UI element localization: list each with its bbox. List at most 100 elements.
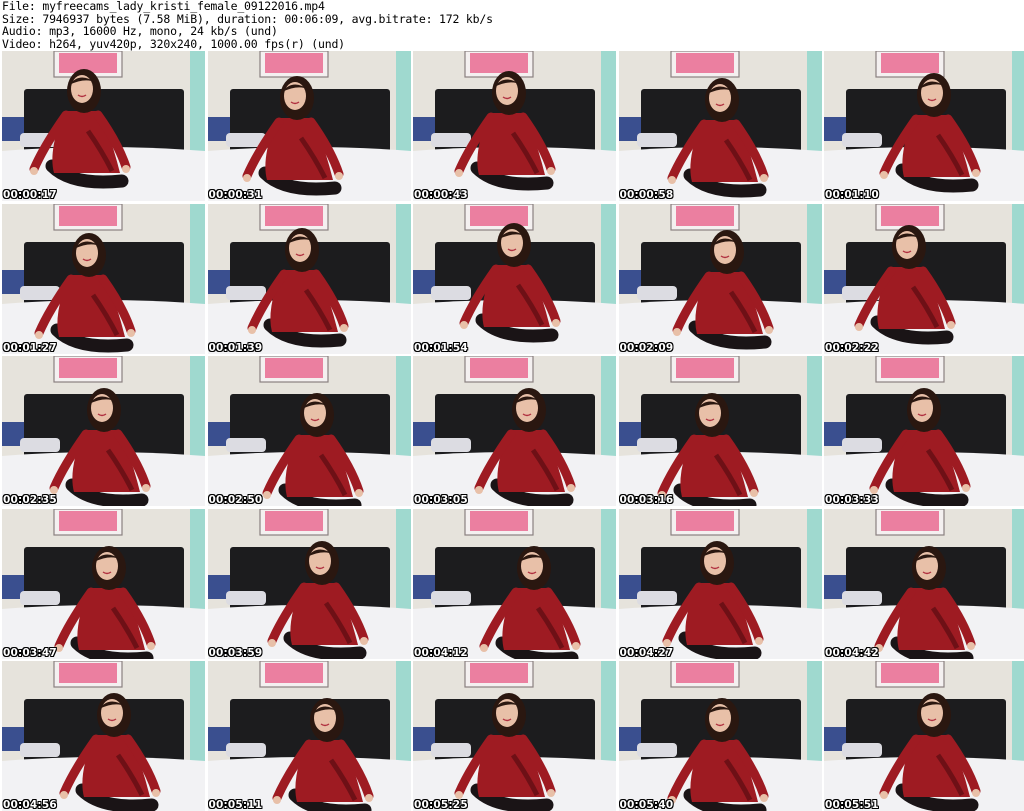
video-thumbnail: 00:03:47 <box>2 508 205 659</box>
right-hand <box>759 174 768 182</box>
thumbnail-timestamp: 00:05:11 <box>208 799 263 811</box>
wall-picture-flowers <box>59 358 117 378</box>
pillow <box>225 438 266 452</box>
left-hand <box>60 791 68 799</box>
frame-image <box>413 661 616 811</box>
thumbnail-timestamp: 00:01:27 <box>3 341 57 354</box>
right-hand <box>759 794 768 802</box>
curtain <box>395 356 411 466</box>
frame-image <box>207 508 411 659</box>
right-hand <box>967 641 975 650</box>
left-hand <box>480 643 488 652</box>
frame-image <box>2 508 205 659</box>
left-hand <box>672 327 681 336</box>
left-hand <box>267 638 276 647</box>
pillow <box>431 438 471 452</box>
curtain <box>190 661 205 771</box>
left-hand <box>455 169 463 177</box>
pillow <box>636 590 677 605</box>
right-hand <box>754 636 763 645</box>
right-hand <box>749 489 758 497</box>
left-hand <box>475 486 483 494</box>
curtain <box>190 203 205 314</box>
wall-picture-flowers <box>59 510 117 531</box>
video-thumbnail: 00:03:33 <box>824 356 1024 506</box>
video-thumbnail: 00:00:43 <box>413 51 616 201</box>
curtain <box>395 51 411 161</box>
thumbnail-timestamp: 00:02:50 <box>208 494 263 506</box>
video-info-line: Video: h264, yuv420p, 320x240, 1000.00 f… <box>2 36 345 51</box>
frame-image <box>2 51 205 201</box>
video-thumbnail: 00:05:40 <box>618 661 822 811</box>
wall-picture-flowers <box>881 358 939 378</box>
thumbnail-timestamp: 00:03:05 <box>414 494 468 506</box>
thumbnail-timestamp: 00:03:59 <box>208 646 263 659</box>
frame-image <box>413 508 616 659</box>
video-thumbnail: 00:02:35 <box>2 356 205 506</box>
pillow <box>225 743 266 757</box>
pillow <box>842 438 882 452</box>
pillow <box>636 743 677 757</box>
curtain <box>601 51 616 161</box>
right-hand <box>127 328 135 337</box>
video-thumbnail: 00:05:51 <box>824 661 1024 811</box>
thumbnail-timestamp: 00:03:33 <box>825 494 879 506</box>
curtain <box>601 508 616 619</box>
curtain <box>806 508 822 619</box>
video-thumbnail: 00:03:05 <box>413 356 616 506</box>
frame-image <box>618 661 822 811</box>
frame-image <box>618 203 822 354</box>
frame-image <box>824 661 1024 811</box>
pillow <box>636 285 677 300</box>
thumbnail-timestamp: 00:05:25 <box>414 799 468 811</box>
thumbnail-timestamp: 00:01:54 <box>414 341 468 354</box>
wall-picture-flowers <box>264 358 323 378</box>
frame-image <box>2 661 205 811</box>
left-hand <box>272 796 281 804</box>
thumbnail-timestamp: 00:04:42 <box>825 646 879 659</box>
thumbnail-timestamp: 00:04:12 <box>414 646 468 659</box>
curtain <box>1012 356 1024 466</box>
wall-picture-flowers <box>675 510 734 531</box>
curtain <box>806 356 822 466</box>
curtain <box>395 203 411 314</box>
video-thumbnail: 00:00:17 <box>2 51 205 201</box>
left-hand <box>460 320 468 329</box>
right-hand <box>972 789 980 797</box>
thumbnail-timestamp: 00:02:35 <box>3 494 57 506</box>
curtain <box>1012 51 1024 161</box>
thumbnail-timestamp: 00:04:27 <box>619 646 674 659</box>
pillow <box>636 438 677 452</box>
right-hand <box>947 320 955 329</box>
video-thumbnail: 00:03:16 <box>618 356 822 506</box>
video-thumbnail: 00:03:59 <box>207 508 411 659</box>
thumbnail-timestamp: 00:00:31 <box>208 189 263 201</box>
thumbnail-timestamp: 00:00:17 <box>3 189 57 201</box>
left-hand <box>662 638 671 647</box>
thumbnail-timestamp: 00:05:51 <box>825 799 879 811</box>
left-hand <box>30 167 38 175</box>
wall-picture-flowers <box>881 510 939 531</box>
left-hand <box>35 330 43 339</box>
wall-picture-flowers <box>264 510 323 531</box>
right-hand <box>764 325 773 334</box>
wall-picture-flowers <box>470 663 528 683</box>
thumbnail-timestamp: 00:01:39 <box>208 341 263 354</box>
frame-image <box>207 661 411 811</box>
wall-picture-flowers <box>881 53 939 73</box>
thumbnail-timestamp: 00:01:10 <box>825 189 879 201</box>
wall-picture-flowers <box>264 53 323 73</box>
right-hand <box>354 489 363 497</box>
left-hand <box>667 176 676 184</box>
pillow <box>842 590 882 605</box>
curtain <box>395 508 411 619</box>
frame-image <box>618 51 822 201</box>
curtain <box>1012 508 1024 619</box>
video-thumbnail: 00:01:10 <box>824 51 1024 201</box>
video-thumbnail: 00:00:58 <box>618 51 822 201</box>
pillow <box>431 133 471 147</box>
curtain <box>190 51 205 161</box>
video-thumbnail: 00:02:09 <box>618 203 822 354</box>
pillow <box>431 743 471 757</box>
right-hand <box>147 641 155 650</box>
